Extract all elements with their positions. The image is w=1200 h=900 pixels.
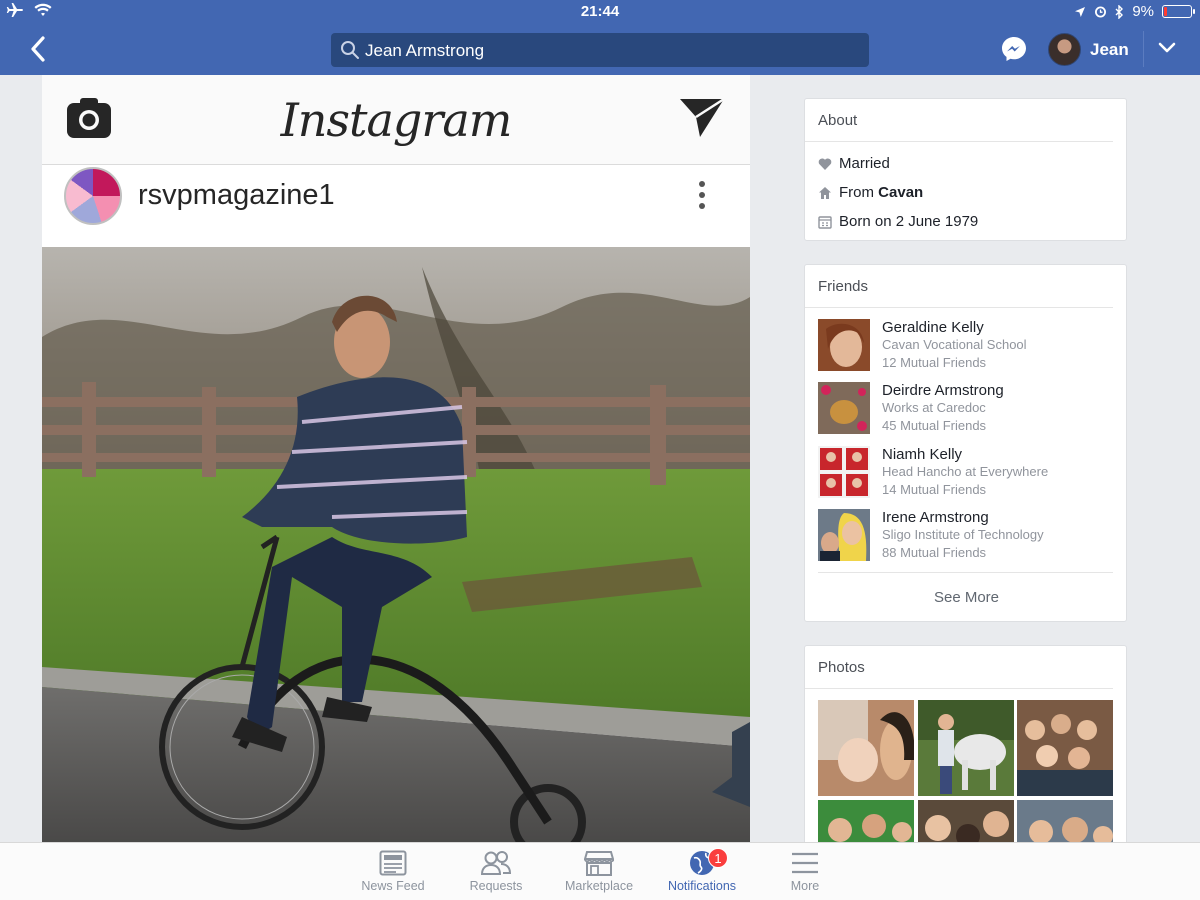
more-options-icon bbox=[697, 181, 707, 214]
relationship-status: Married bbox=[839, 155, 890, 172]
tab-requests[interactable]: Requests bbox=[446, 850, 546, 893]
search-value: Jean Armstrong bbox=[365, 41, 485, 60]
friend-photo bbox=[818, 509, 870, 561]
account-avatar bbox=[64, 167, 122, 225]
messenger-icon[interactable] bbox=[1000, 35, 1028, 63]
tab-label: More bbox=[790, 879, 820, 893]
friend-photo bbox=[818, 382, 870, 434]
friends-card: Friends Geraldine Kelly Cavan Vocational… bbox=[804, 264, 1127, 622]
tab-notifications[interactable]: 1 Notifications bbox=[652, 848, 752, 893]
tab-label: Notifications bbox=[667, 879, 737, 893]
photo-thumbnail[interactable] bbox=[818, 700, 914, 796]
relationship-row: Married bbox=[818, 155, 890, 172]
news-feed-icon bbox=[379, 850, 407, 876]
birthday: Born on 2 June 1979 bbox=[839, 213, 979, 230]
back-arrow-icon[interactable] bbox=[26, 34, 50, 64]
username[interactable]: Jean bbox=[1090, 40, 1129, 60]
tab-label: Marketplace bbox=[564, 879, 634, 893]
calendar-icon bbox=[818, 215, 832, 229]
tab-news-feed[interactable]: News Feed bbox=[343, 850, 443, 893]
friend-item[interactable]: Niamh Kelly Head Hancho at Everywhere 14… bbox=[818, 446, 1118, 498]
birthday-row: Born on 2 June 1979 bbox=[818, 213, 978, 230]
status-bar: 21:44 9% bbox=[0, 0, 1200, 24]
tab-more[interactable]: More bbox=[755, 850, 855, 893]
shop-icon bbox=[584, 851, 614, 876]
photos-card: Photos bbox=[804, 645, 1127, 850]
battery-percent: 9% bbox=[1132, 3, 1154, 20]
friend-mutual: 12 Mutual Friends bbox=[882, 355, 987, 370]
friend-item[interactable]: Geraldine Kelly Cavan Vocational School … bbox=[818, 319, 1118, 371]
friend-photo bbox=[818, 319, 870, 371]
profile-avatar[interactable] bbox=[1048, 33, 1081, 66]
top-bar: 21:44 9% Jean Armstrong Jean bbox=[0, 0, 1200, 75]
tab-marketplace[interactable]: Marketplace bbox=[549, 850, 649, 893]
friends-divider bbox=[818, 572, 1113, 573]
friend-detail: Head Hancho at Everywhere bbox=[882, 464, 1049, 479]
status-time: 21:44 bbox=[580, 3, 620, 20]
account-name: rsvpmagazine1 bbox=[138, 179, 335, 211]
heart-icon bbox=[818, 157, 832, 170]
friend-item[interactable]: Irene Armstrong Sligo Institute of Techn… bbox=[818, 509, 1118, 561]
bottom-tab-bar: News Feed Requests Marketplace 1 Notific… bbox=[0, 842, 1200, 900]
hometown-prefix: From bbox=[839, 184, 874, 201]
instagram-logo: Instagram bbox=[280, 93, 513, 147]
friend-name[interactable]: Geraldine Kelly bbox=[882, 319, 984, 336]
friends-icon bbox=[481, 851, 511, 875]
friend-name[interactable]: Niamh Kelly bbox=[882, 446, 962, 463]
friend-mutual: 45 Mutual Friends bbox=[882, 418, 987, 433]
friend-mutual: 88 Mutual Friends bbox=[882, 545, 987, 560]
friend-detail: Sligo Institute of Technology bbox=[882, 527, 1044, 542]
direct-send-icon bbox=[680, 97, 725, 137]
battery-icon bbox=[1162, 5, 1195, 18]
hometown-row: From Cavan bbox=[818, 184, 923, 201]
home-icon bbox=[819, 186, 831, 199]
tab-label: News Feed bbox=[361, 879, 425, 893]
about-card: About Married From Cavan Born on 2 June … bbox=[804, 98, 1127, 241]
nav-divider bbox=[1143, 31, 1144, 67]
friend-name[interactable]: Irene Armstrong bbox=[882, 509, 989, 526]
alarm-icon bbox=[1095, 6, 1107, 18]
photos-title[interactable]: Photos bbox=[805, 646, 1113, 689]
photo-thumbnail[interactable] bbox=[918, 700, 1014, 796]
friend-photo bbox=[818, 446, 870, 498]
see-more-friends-button[interactable]: See More bbox=[805, 589, 1128, 606]
notification-badge: 1 bbox=[708, 848, 728, 868]
hometown-link[interactable]: Cavan bbox=[878, 184, 923, 201]
photo-thumbnail[interactable] bbox=[1017, 700, 1113, 796]
friend-detail: Works at Caredoc bbox=[882, 400, 986, 415]
instagram-account-row: rsvpmagazine1 bbox=[42, 165, 750, 247]
search-icon bbox=[341, 41, 359, 59]
search-input[interactable]: Jean Armstrong bbox=[331, 33, 869, 67]
friend-mutual: 14 Mutual Friends bbox=[882, 482, 987, 497]
instagram-header: Instagram bbox=[42, 75, 750, 165]
post-card[interactable]: Instagram rsvpmagazine1 bbox=[42, 75, 750, 842]
tab-label: Requests bbox=[469, 879, 523, 893]
friend-detail: Cavan Vocational School bbox=[882, 337, 1027, 352]
friends-title[interactable]: Friends bbox=[805, 265, 1113, 308]
bluetooth-icon bbox=[1115, 4, 1124, 19]
friend-item[interactable]: Deirdre Armstrong Works at Caredoc 45 Mu… bbox=[818, 382, 1118, 434]
location-arrow-icon bbox=[1075, 6, 1086, 17]
chevron-down-icon[interactable] bbox=[1158, 42, 1176, 54]
friend-name[interactable]: Deirdre Armstrong bbox=[882, 382, 1004, 399]
about-title: About bbox=[805, 99, 1113, 142]
post-photo[interactable] bbox=[42, 247, 750, 842]
menu-icon bbox=[792, 852, 818, 874]
